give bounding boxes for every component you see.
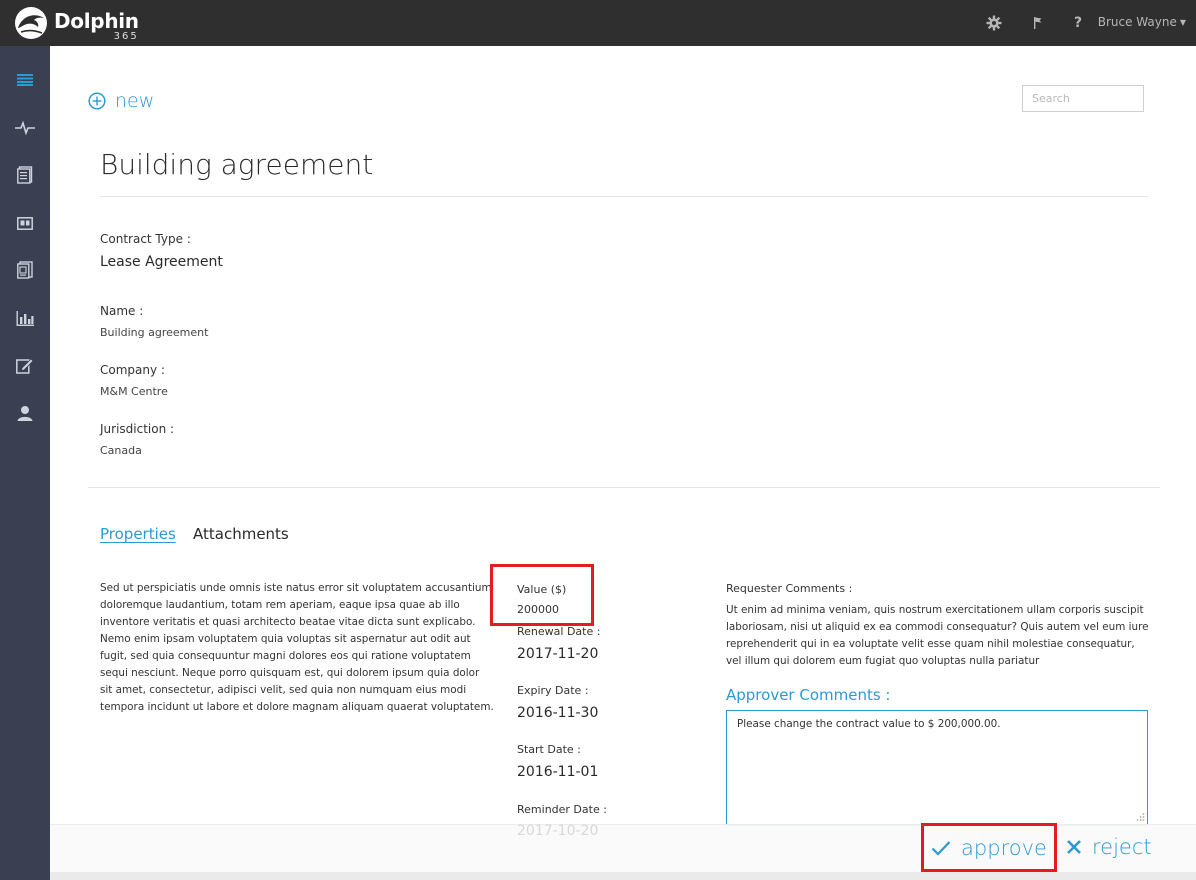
- divider: [100, 196, 1148, 197]
- top-bar: Dolphin 365 ? Bruce Wayne ▼: [0, 0, 1196, 46]
- sidebar-item-files[interactable]: [0, 252, 50, 288]
- logo-text: Dolphin: [54, 9, 139, 33]
- files-icon: [17, 261, 33, 279]
- reminder-date-value: 2017-10-20: [517, 823, 599, 839]
- resize-grip-icon[interactable]: [1135, 812, 1145, 822]
- start-date-label: Start Date :: [517, 743, 581, 756]
- user-menu[interactable]: Bruce Wayne ▼: [1098, 15, 1186, 29]
- contracts-icon: [17, 216, 33, 230]
- activity-icon: [15, 121, 35, 135]
- reject-label: reject: [1092, 835, 1152, 859]
- sidebar-item-documents[interactable]: [0, 157, 50, 193]
- new-button[interactable]: new: [88, 90, 154, 112]
- sidebar-item-user[interactable]: [0, 395, 50, 431]
- search-input[interactable]: [1022, 85, 1144, 112]
- requester-comments-label: Requester Comments :: [726, 582, 853, 595]
- menu-icon: [17, 74, 33, 86]
- main-content: new Building agreement Contract Type : L…: [50, 46, 1196, 880]
- contract-description: Sed ut perspiciatis unde omnis iste natu…: [100, 582, 494, 713]
- contract-type-label: Contract Type :: [100, 232, 191, 246]
- documents-icon: [17, 166, 33, 184]
- expiry-date-value: 2016-11-30: [517, 705, 599, 721]
- name-label: Name :: [100, 304, 144, 318]
- new-button-label: new: [115, 90, 155, 112]
- plus-circle-icon: [88, 92, 106, 110]
- page-title: Building agreement: [100, 148, 374, 181]
- start-date-value: 2016-11-01: [517, 764, 599, 780]
- caret-down-icon: ▼: [1179, 18, 1186, 27]
- tab-attachments[interactable]: Attachments: [193, 525, 289, 543]
- requester-comments-text: Ut enim ad minima veniam, quis nostrum e…: [726, 604, 1149, 667]
- close-icon: [1067, 840, 1081, 854]
- company-label: Company :: [100, 363, 165, 377]
- help-icon[interactable]: ?: [1066, 11, 1090, 35]
- reports-icon: [16, 310, 34, 326]
- logo[interactable]: Dolphin 365: [12, 6, 139, 42]
- value-highlight-box: [490, 564, 594, 626]
- divider: [88, 487, 1160, 488]
- approver-comments-field[interactable]: Please change the contract value to $ 20…: [726, 710, 1148, 826]
- sidebar-item-activity[interactable]: [0, 110, 50, 146]
- sidebar-item-contracts[interactable]: [0, 205, 50, 241]
- renewal-date-value: 2017-11-20: [517, 646, 599, 662]
- sidebar-item-edit[interactable]: [0, 347, 50, 383]
- approver-comments-label: Approver Comments :: [726, 686, 891, 704]
- logo-subtext: 365: [113, 31, 139, 42]
- name-value: Building agreement: [100, 326, 209, 339]
- reminder-date-label: Reminder Date :: [517, 803, 607, 816]
- jurisdiction-label: Jurisdiction :: [100, 422, 175, 436]
- edit-icon: [16, 357, 34, 374]
- approve-button[interactable]: approve: [921, 823, 1057, 872]
- tab-properties[interactable]: Properties: [100, 525, 176, 543]
- sidebar-item-menu[interactable]: [0, 62, 50, 98]
- company-value: M&M Centre: [100, 385, 168, 398]
- renewal-date-label: Renewal Date :: [517, 625, 601, 638]
- sidebar: [0, 46, 50, 880]
- check-icon: [931, 840, 951, 856]
- reject-button[interactable]: reject: [1066, 832, 1152, 862]
- bottom-strip: [50, 872, 1196, 880]
- flag-icon[interactable]: [1026, 11, 1050, 35]
- sidebar-item-reports[interactable]: [0, 300, 50, 336]
- contract-type-value: Lease Agreement: [100, 254, 223, 270]
- approve-label: approve: [961, 835, 1047, 860]
- dolphin-logo-icon: [15, 7, 47, 39]
- expiry-date-label: Expiry Date :: [517, 684, 589, 697]
- jurisdiction-value: Canada: [100, 444, 142, 457]
- user-icon: [17, 406, 33, 421]
- user-name: Bruce Wayne: [1097, 15, 1177, 29]
- settings-gear-icon[interactable]: [982, 11, 1006, 35]
